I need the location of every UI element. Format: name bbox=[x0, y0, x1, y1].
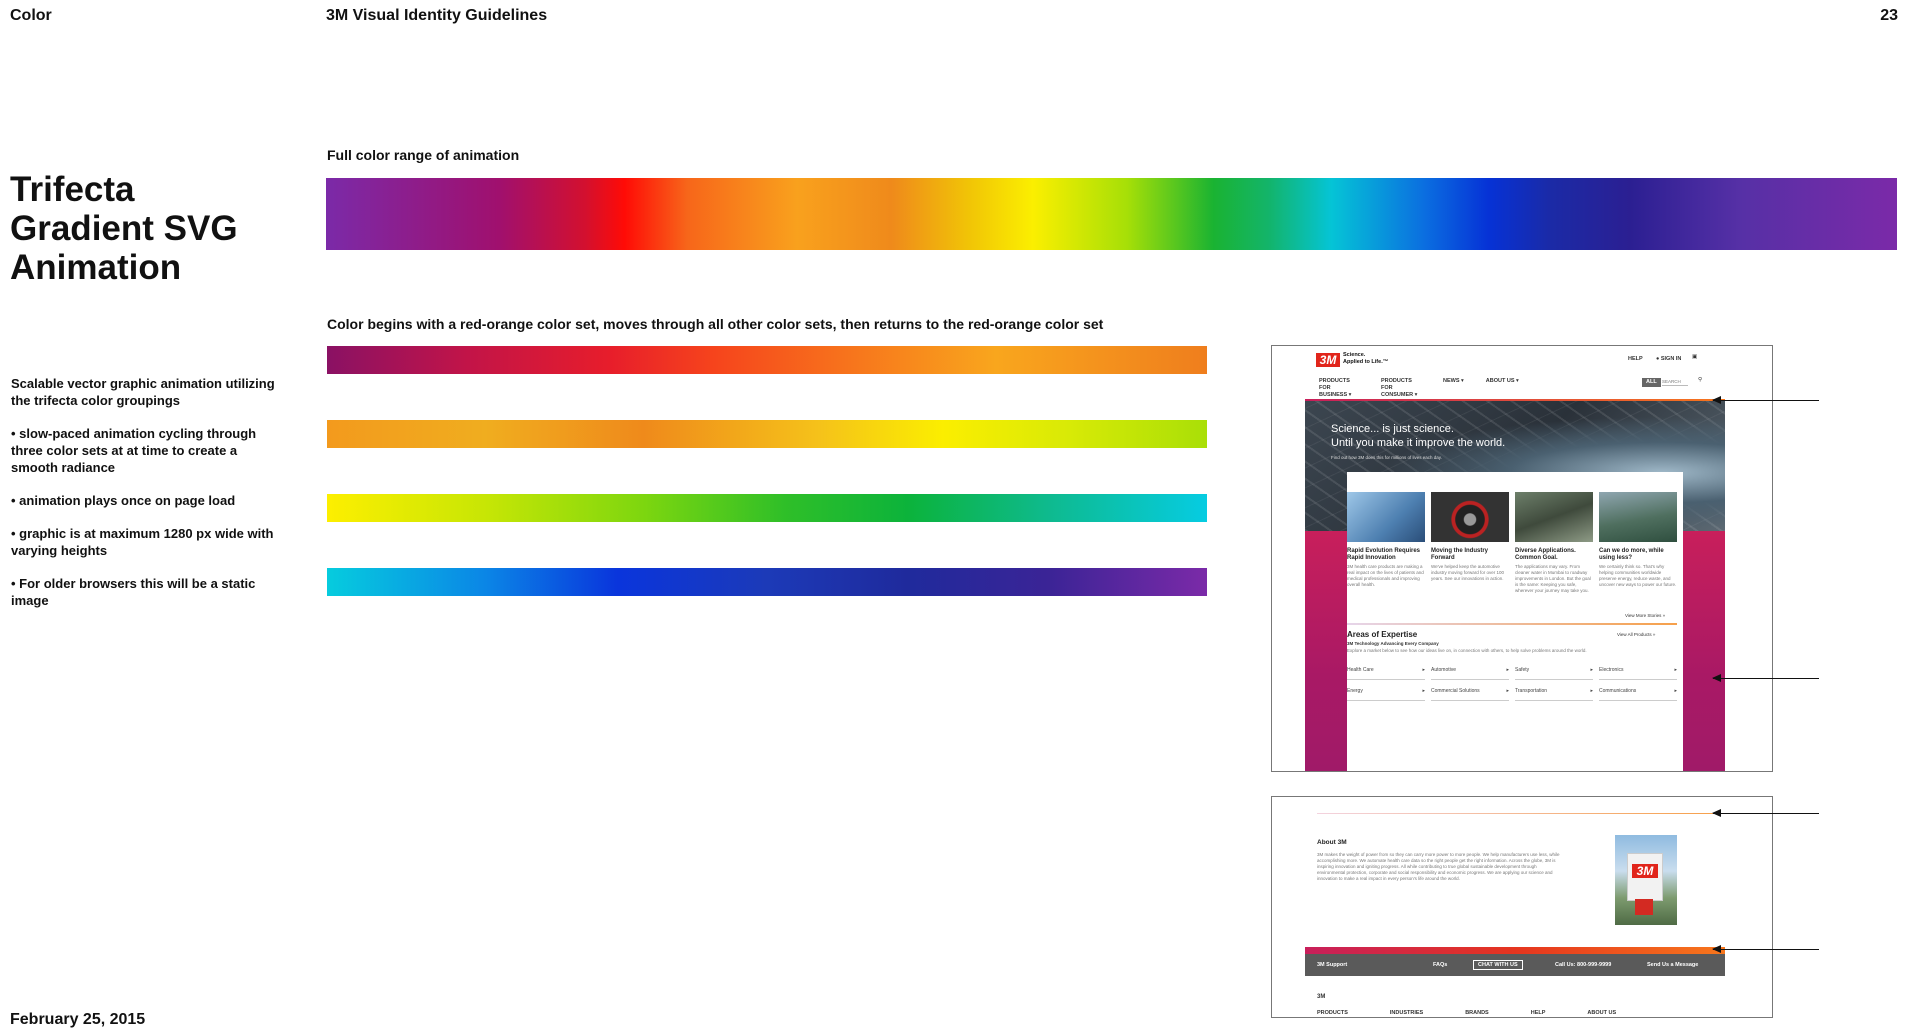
help-link[interactable]: HELP bbox=[1628, 356, 1643, 363]
aoe-item[interactable]: Safety bbox=[1515, 667, 1593, 680]
section-label: Color bbox=[10, 7, 52, 24]
website-mockup-top: 3M Science. Applied to Life.™ HELP ● SIG… bbox=[1271, 345, 1773, 772]
hero-headline: Science... is just science. bbox=[1331, 423, 1454, 435]
search-input[interactable]: SEARCH bbox=[1662, 379, 1688, 386]
sign-in-label: SIGN IN bbox=[1660, 356, 1682, 362]
footer-date: February 25, 2015 bbox=[10, 1011, 146, 1028]
nav-item[interactable]: NEWS ▾ bbox=[1443, 378, 1464, 399]
support-bar: 3M Support FAQs CHAT WITH US Call Us: 80… bbox=[1305, 954, 1725, 976]
gradient-divider bbox=[1347, 623, 1677, 625]
support-link[interactable]: 3M Support bbox=[1317, 962, 1347, 968]
story-title[interactable]: Moving the Industry Forward bbox=[1431, 548, 1509, 562]
description-bullet: • graphic is at maximum 1280 px wide wit… bbox=[11, 526, 274, 558]
story-title[interactable]: Rapid Evolution Requires Rapid Innovatio… bbox=[1347, 548, 1425, 562]
description-bullet: • animation plays once on page load bbox=[11, 493, 236, 508]
footer-col-heading[interactable]: INDUSTRIES bbox=[1390, 1010, 1423, 1017]
story-image[interactable] bbox=[1347, 492, 1425, 542]
about-text: 3M makes the weight of power from so the… bbox=[1317, 852, 1560, 881]
aoe-item[interactable]: Automotive bbox=[1431, 667, 1509, 680]
about-title: About 3M bbox=[1317, 839, 1347, 846]
sign-monument: 3M bbox=[1627, 853, 1663, 901]
phone-link[interactable]: Call Us: 800-999-9999 bbox=[1555, 962, 1611, 968]
gradient-bar-cyan-purple bbox=[327, 568, 1207, 596]
hero-subtext: Find out how 3M does this for millions o… bbox=[1331, 455, 1442, 460]
story-text: We certainly think so. That's why helpin… bbox=[1599, 564, 1677, 587]
view-more-stories-link[interactable]: View More Stories » bbox=[1625, 613, 1665, 619]
content-card: Rapid Evolution Requires Rapid Innovatio… bbox=[1347, 472, 1683, 771]
view-all-products-link[interactable]: View All Products » bbox=[1617, 632, 1655, 638]
tagline-line: Applied to Life.™ bbox=[1343, 359, 1389, 365]
description-paragraph: Scalable vector graphic animation utiliz… bbox=[11, 376, 275, 408]
heading-line: Trifecta bbox=[10, 170, 135, 209]
gradient-bar-yellow-cyan bbox=[327, 494, 1207, 522]
page-heading: Trifecta Gradient SVG Animation bbox=[10, 170, 310, 287]
footer-col-heading[interactable]: HELP bbox=[1531, 1010, 1546, 1017]
callout-arrow bbox=[1712, 674, 1819, 682]
footer-col-heading[interactable]: BRANDS bbox=[1465, 1010, 1489, 1017]
tagline-line: Science. bbox=[1343, 352, 1366, 358]
sign-base bbox=[1635, 899, 1653, 915]
story-title[interactable]: Can we do more, while using less? bbox=[1599, 548, 1677, 562]
document-title: 3M Visual Identity Guidelines bbox=[326, 7, 548, 24]
aoe-item[interactable]: Transportation bbox=[1515, 688, 1593, 701]
footer-col-heading[interactable]: PRODUCTS bbox=[1317, 1010, 1348, 1017]
callout-arrow bbox=[1712, 396, 1819, 404]
search-scope[interactable]: ALL bbox=[1642, 378, 1661, 387]
sequence-caption: Color begins with a red-orange color set… bbox=[327, 316, 1104, 332]
page-number: 23 bbox=[1880, 7, 1898, 24]
story-image[interactable] bbox=[1599, 492, 1677, 542]
tagline: Science. Applied to Life.™ bbox=[1343, 352, 1388, 366]
nav-item[interactable]: PRODUCTS FOR BUSINESS ▾ bbox=[1319, 378, 1359, 399]
aoe-item[interactable]: Energy bbox=[1347, 688, 1425, 701]
callout-arrow bbox=[1712, 945, 1819, 953]
description-bullet: • slow-paced animation cycling through t… bbox=[11, 426, 257, 475]
story-text: The applications may vary. From cleaner … bbox=[1515, 564, 1591, 593]
callout-arrow bbox=[1712, 809, 1819, 817]
gradient-divider bbox=[1317, 813, 1717, 814]
aoe-title: Areas of Expertise bbox=[1347, 630, 1418, 639]
full-gradient-bar bbox=[326, 178, 1897, 250]
heading-line: Animation bbox=[10, 248, 182, 287]
gradient-bar-red-orange bbox=[327, 346, 1207, 374]
aoe-description: Explore a market below to see how our id… bbox=[1347, 648, 1587, 653]
faqs-link[interactable]: FAQs bbox=[1433, 962, 1447, 968]
chat-button[interactable]: CHAT WITH US bbox=[1473, 960, 1523, 970]
about-image: 3M bbox=[1615, 835, 1677, 925]
full-range-caption: Full color range of animation bbox=[327, 147, 520, 163]
story-image[interactable] bbox=[1515, 492, 1593, 542]
gradient-bar-orange-yellow bbox=[327, 420, 1207, 448]
nav-item[interactable]: ABOUT US ▾ bbox=[1486, 378, 1519, 399]
story-text: 3M health care products are making a rea… bbox=[1347, 564, 1424, 587]
aoe-item[interactable]: Health Care bbox=[1347, 667, 1425, 680]
description-bullet: • For older browsers this will be a stat… bbox=[11, 576, 256, 608]
aoe-item[interactable]: Communications bbox=[1599, 688, 1677, 701]
aoe-item[interactable]: Commercial Solutions bbox=[1431, 688, 1509, 701]
3m-logo: 3M bbox=[1632, 864, 1658, 878]
aoe-item[interactable]: Electronics bbox=[1599, 667, 1677, 680]
heading-line: Gradient SVG bbox=[10, 209, 238, 248]
main-nav: PRODUCTS FOR BUSINESS ▾ PRODUCTS FOR CON… bbox=[1319, 378, 1519, 399]
website-mockup-bottom: About 3M 3M makes the weight of power fr… bbox=[1271, 796, 1773, 1018]
story-image[interactable] bbox=[1431, 492, 1509, 542]
footer-brand: 3M bbox=[1317, 994, 1326, 1000]
search-icon[interactable]: ⚲ bbox=[1698, 377, 1702, 384]
description: Scalable vector graphic animation utiliz… bbox=[11, 375, 281, 625]
cart-icon[interactable]: ▣ bbox=[1692, 354, 1697, 361]
aoe-subtitle: 3M Technology Advancing Every Company bbox=[1347, 641, 1439, 646]
footer-columns: PRODUCTS INDUSTRIES BRANDS HELP ABOUT US bbox=[1317, 1010, 1616, 1017]
footer-col-heading[interactable]: ABOUT US bbox=[1587, 1010, 1616, 1017]
story-title[interactable]: Diverse Applications. Common Goal. bbox=[1515, 548, 1593, 562]
nav-item[interactable]: PRODUCTS FOR CONSUMER ▾ bbox=[1381, 378, 1421, 399]
message-link[interactable]: Send Us a Message bbox=[1647, 962, 1698, 968]
story-text: We've helped keep the automotive industr… bbox=[1431, 564, 1505, 581]
3m-logo: 3M bbox=[1316, 353, 1340, 367]
gradient-accent-band bbox=[1305, 947, 1725, 954]
hero-headline: Until you make it improve the world. bbox=[1331, 437, 1506, 449]
sign-in-link[interactable]: ● SIGN IN bbox=[1656, 356, 1681, 363]
